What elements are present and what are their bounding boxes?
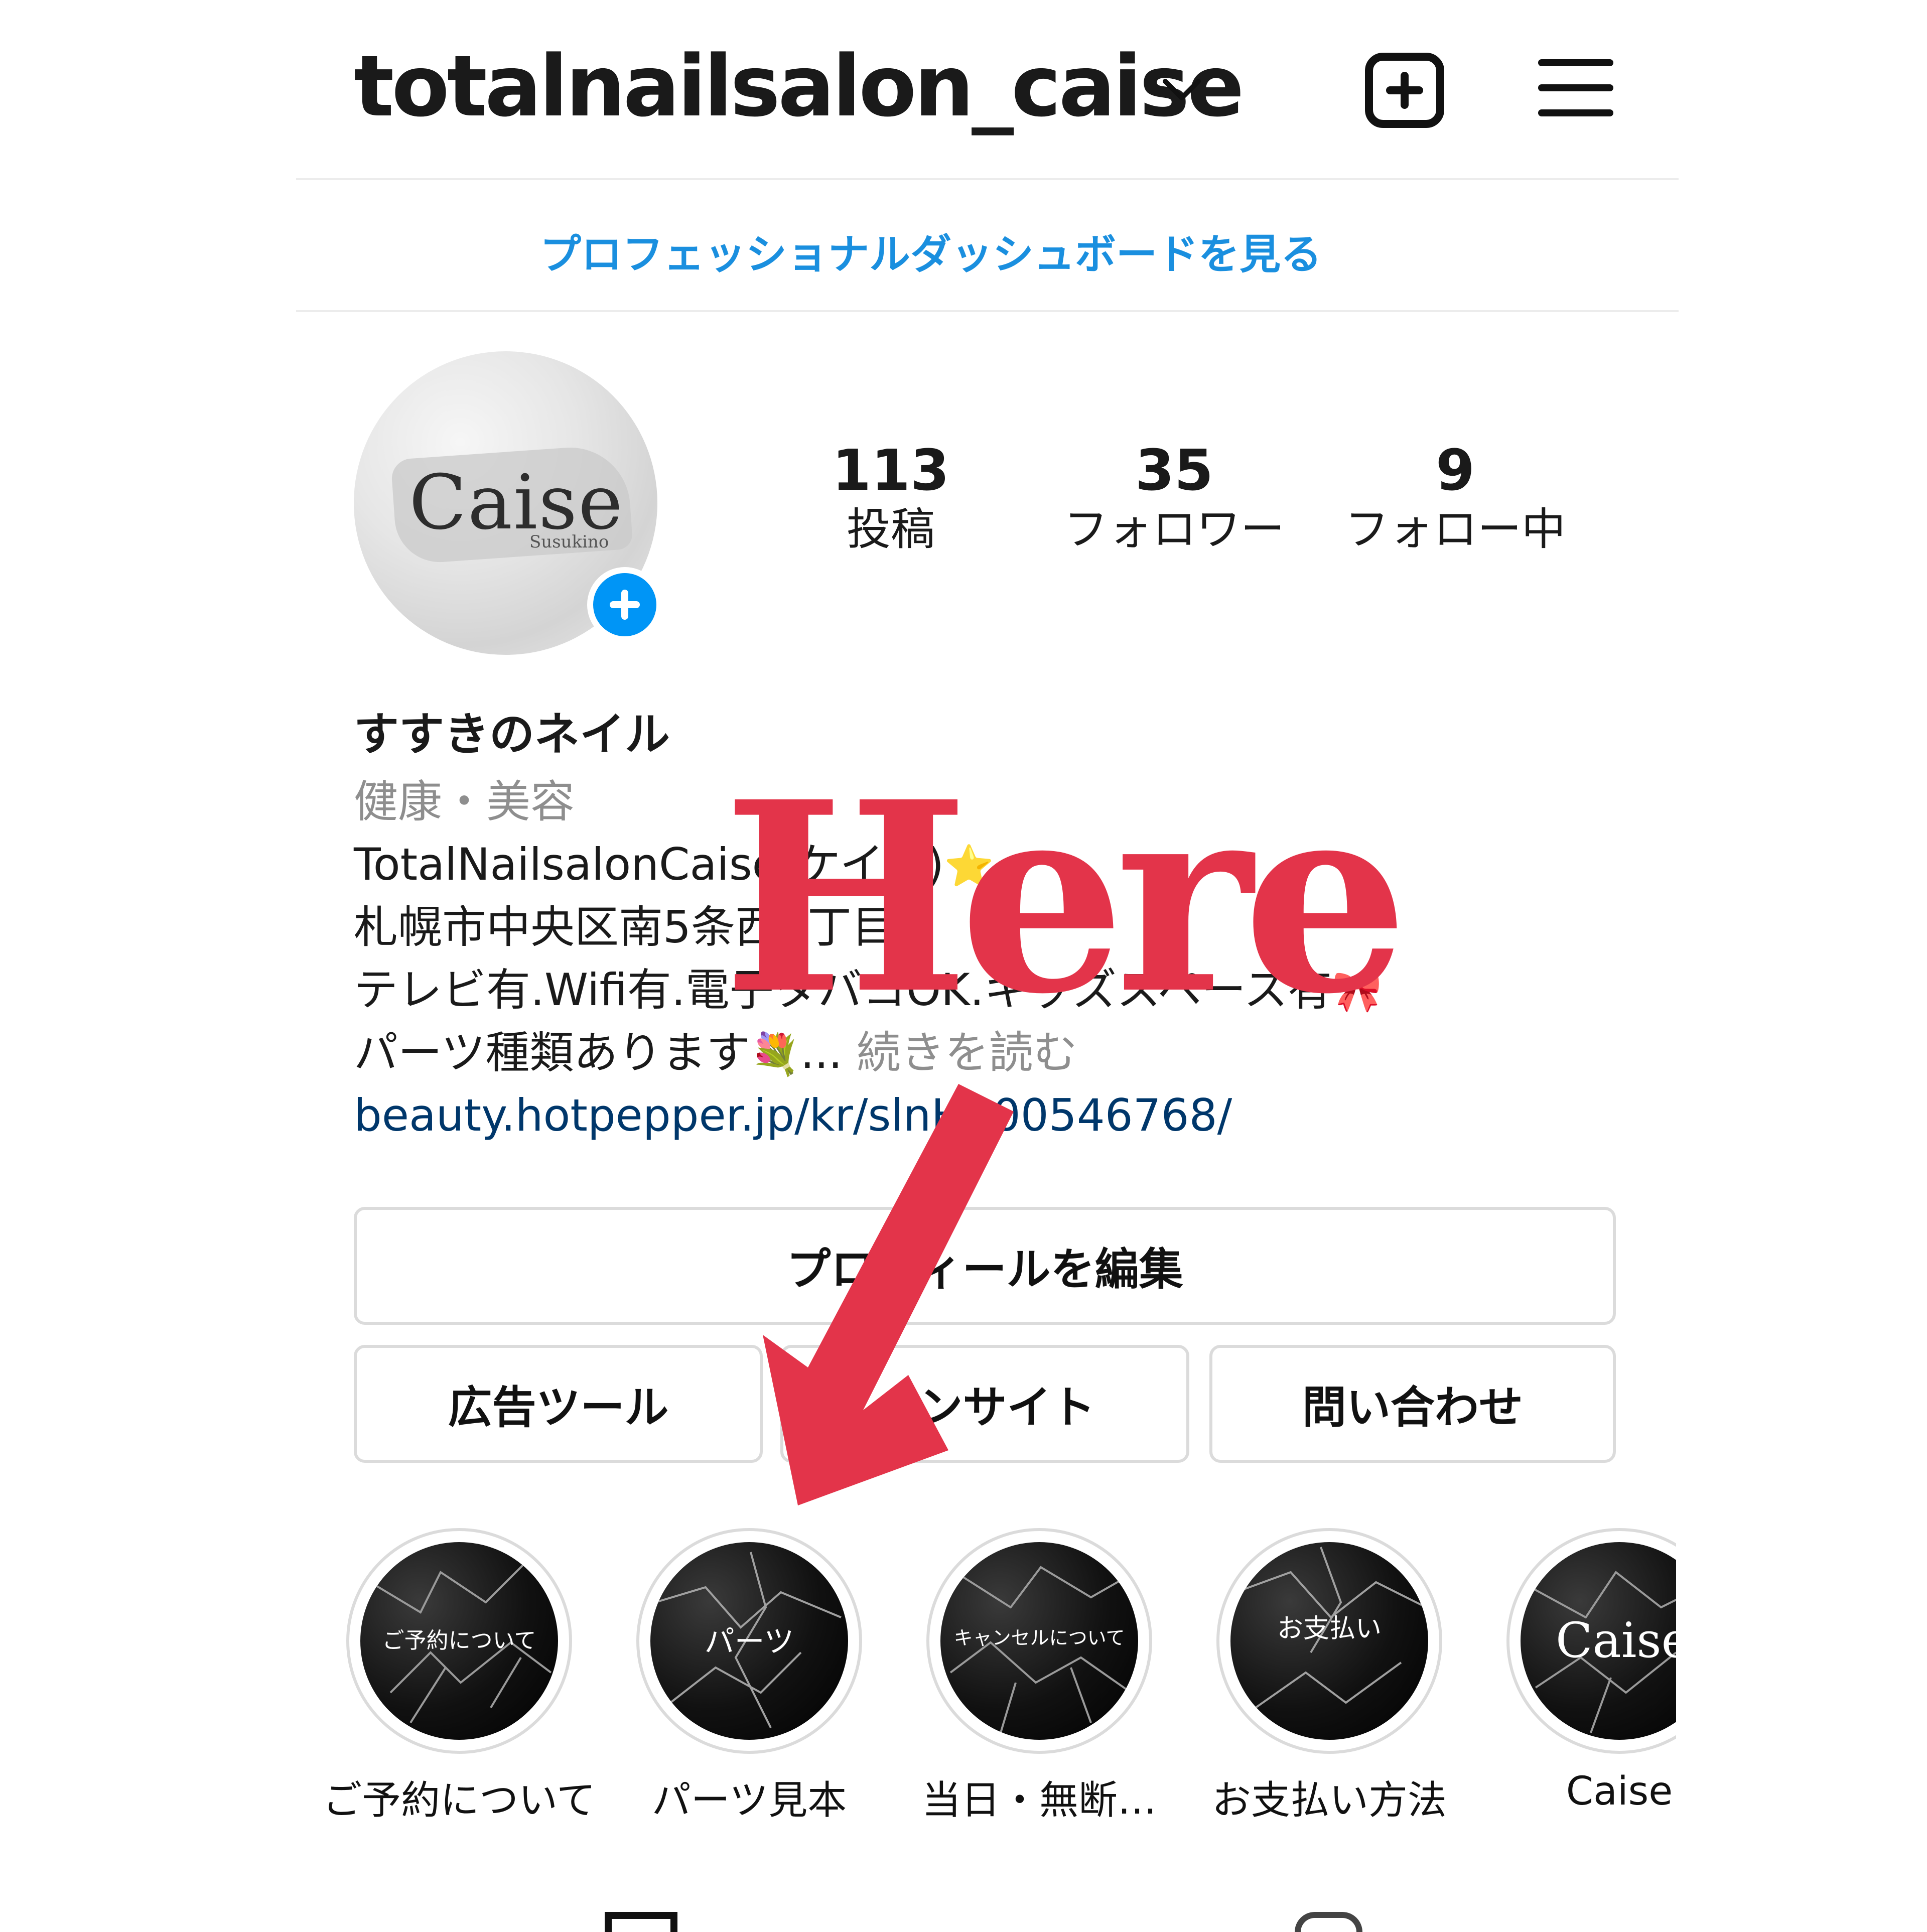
tagged-icon[interactable] [1295, 1912, 1362, 1932]
highlight-cover-text: ご予約について [382, 1628, 536, 1653]
highlight-label: パーツ見本 [651, 1778, 847, 1823]
account-username[interactable]: totalnailsalon_caise [354, 44, 1245, 128]
contact-button[interactable]: 問い合わせ [1209, 1345, 1616, 1463]
chevron-down-icon[interactable] [1159, 70, 1204, 110]
highlight-label: 当日・無断… [921, 1778, 1157, 1823]
category-label: 健康・美容 [354, 776, 575, 827]
stat-followers-label: フォロワー [1063, 503, 1285, 555]
add-story-icon[interactable] [587, 567, 662, 642]
avatar-sub-text: Susukino [529, 532, 609, 552]
highlight-cover-text: キャンセルについて [953, 1627, 1125, 1649]
here-annotation: Here [723, 745, 1409, 1051]
grid-icon[interactable] [605, 1912, 677, 1932]
highlight-cover: パーツ [650, 1542, 848, 1740]
stat-followers-count: 35 [1135, 438, 1213, 503]
highlight-label: ご予約について [323, 1778, 596, 1823]
stat-posts[interactable]: 113 投稿 [760, 438, 1021, 558]
highlight-cover-text: お支払い [1277, 1614, 1382, 1644]
highlight-cover: Caise [1521, 1542, 1676, 1740]
stat-followers[interactable]: 35 フォロワー [1044, 438, 1305, 558]
ad-tools-button[interactable]: 広告ツール [354, 1345, 763, 1463]
professional-dashboard-link[interactable]: プロフェッショナルダッシュボードを見る [502, 221, 1360, 281]
bio-text: パーツ種類あります [354, 1027, 751, 1078]
highlight-cover: キャンセルについて [940, 1542, 1138, 1740]
down-arrow-annotation [703, 1064, 1054, 1515]
stat-posts-count: 113 [832, 438, 949, 503]
dashboard-divider [296, 310, 1679, 312]
highlight-cover-text: パーツ [704, 1624, 794, 1660]
highlight-cover: お支払い [1230, 1542, 1428, 1740]
highlight-cover: ご予約について [360, 1542, 558, 1740]
story-highlights-row: ご予約について ご予約について パーツ パーツ見本 キャンセルについて 当日・無… [0, 1505, 1676, 1857]
stat-following-label: フォロー中 [1344, 503, 1566, 555]
menu-icon[interactable] [1538, 55, 1613, 120]
highlight-cover-text: Caise [1556, 1612, 1676, 1669]
stat-following[interactable]: 9 フォロー中 [1325, 438, 1586, 558]
profile-screen: totalnailsalon_caise プロフェッショナルダッシュボードを見る… [0, 0, 1927, 1932]
header-divider [296, 178, 1679, 180]
highlight-label: お支払い方法 [1211, 1778, 1447, 1823]
highlight-label: Caise [1566, 1769, 1673, 1814]
display-name: すすきのネイル [354, 708, 670, 761]
new-post-icon[interactable] [1365, 53, 1444, 128]
stat-posts-label: 投稿 [846, 503, 935, 555]
stat-following-count: 9 [1436, 438, 1475, 503]
